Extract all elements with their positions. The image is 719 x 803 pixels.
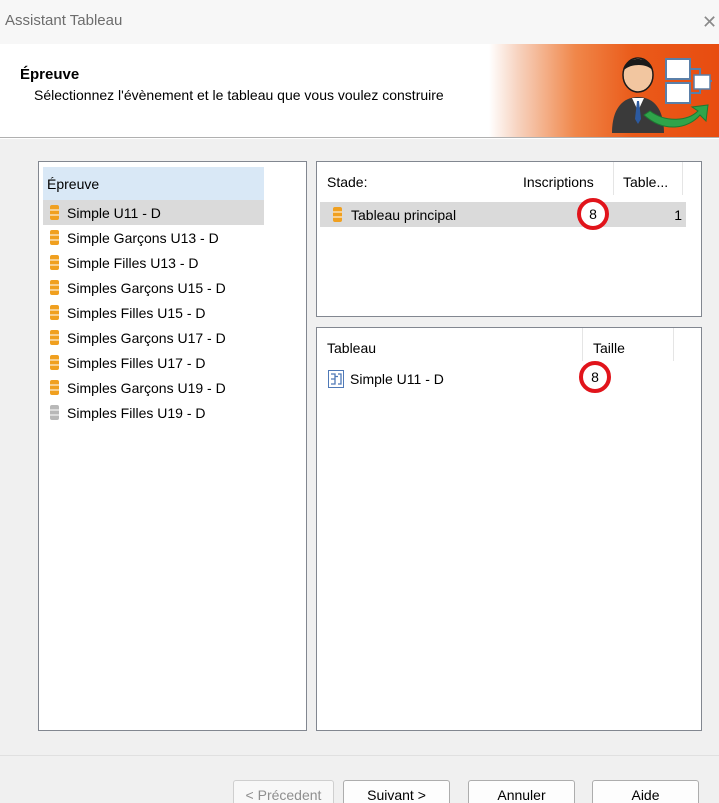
step-title: Épreuve: [20, 66, 80, 83]
list-item[interactable]: Simples Garçons U15 - D: [43, 275, 264, 300]
list-item[interactable]: Simples Garçons U19 - D: [43, 375, 264, 400]
draw-label: Simple U11 - D: [350, 370, 444, 387]
list-item-label: Simple U11 - D: [67, 204, 161, 221]
database-icon: [50, 330, 59, 345]
list-item[interactable]: Simples Filles U19 - D: [43, 400, 264, 425]
events-list[interactable]: Épreuve Simple U11 - D Simple Garçons U1…: [38, 161, 307, 731]
column-header-inscriptions[interactable]: Inscriptions: [521, 162, 614, 195]
stage-inscriptions-count: 8: [589, 206, 597, 222]
close-button[interactable]: ✕: [700, 8, 719, 36]
column-header-stage[interactable]: Stade:: [327, 162, 517, 195]
highlight-circle: 8: [579, 361, 611, 393]
list-item-label: Simples Filles U15 - D: [67, 304, 206, 321]
button-bar: < Précedent Suivant > Annuler Aide: [0, 755, 719, 803]
list-item-label: Simples Filles U19 - D: [67, 404, 206, 421]
bracket-icon: [328, 369, 344, 388]
list-item[interactable]: Simple Garçons U13 - D: [43, 225, 264, 250]
list-item[interactable]: Simple Filles U13 - D: [43, 250, 264, 275]
next-button[interactable]: Suivant >: [343, 780, 450, 803]
list-item[interactable]: Simples Filles U15 - D: [43, 300, 264, 325]
highlight-circle: 8: [577, 198, 609, 230]
list-item-label: Simple Garçons U13 - D: [67, 229, 219, 246]
database-icon: [50, 355, 59, 370]
database-icon: [50, 380, 59, 395]
list-item-label: Simples Garçons U19 - D: [67, 379, 226, 396]
stage-list[interactable]: Stade: Inscriptions Table... Tableau pri…: [316, 161, 702, 317]
database-icon: [50, 230, 59, 245]
table-row[interactable]: Tableau principal 1: [320, 202, 686, 227]
list-item-label: Simples Garçons U15 - D: [67, 279, 226, 296]
stage-label: Tableau principal: [351, 206, 457, 223]
cancel-button[interactable]: Annuler: [468, 780, 575, 803]
draws-list[interactable]: Tableau Taille Simple U11 - D 8: [316, 327, 702, 731]
step-description: Sélectionnez l'évènement et le tableau q…: [34, 87, 444, 103]
column-header-tableau[interactable]: Tableau: [327, 328, 583, 361]
database-icon: [50, 205, 59, 220]
table-row[interactable]: Simple U11 - D: [320, 366, 686, 391]
database-icon: [333, 207, 342, 222]
list-item[interactable]: Simple U11 - D: [43, 200, 264, 225]
previous-button[interactable]: < Précedent: [233, 780, 334, 803]
column-header-taille[interactable]: Taille: [583, 328, 674, 361]
list-item[interactable]: Simples Filles U17 - D: [43, 350, 264, 375]
database-icon: [50, 280, 59, 295]
draw-size: 8: [591, 369, 599, 385]
list-item-label: Simple Filles U13 - D: [67, 254, 199, 271]
list-item-label: Simples Filles U17 - D: [67, 354, 206, 371]
database-icon: [50, 405, 59, 420]
window-title: Assistant Tableau: [5, 12, 123, 29]
events-list-header: Épreuve: [43, 167, 264, 200]
column-header-tableaux[interactable]: Table...: [615, 162, 683, 195]
database-icon: [50, 255, 59, 270]
database-icon: [50, 305, 59, 320]
title-bar: Assistant Tableau ✕: [0, 0, 719, 44]
close-icon: ✕: [701, 12, 718, 32]
list-item[interactable]: Simples Garçons U17 - D: [43, 325, 264, 350]
wizard-content: Épreuve Simple U11 - D Simple Garçons U1…: [0, 139, 719, 755]
help-button[interactable]: Aide: [592, 780, 699, 803]
stage-tableaux-count: 1: [674, 206, 682, 223]
wizard-person-icon: [612, 57, 712, 133]
list-item-label: Simples Garçons U17 - D: [67, 329, 226, 346]
wizard-header-banner: Épreuve Sélectionnez l'évènement et le t…: [0, 44, 719, 138]
